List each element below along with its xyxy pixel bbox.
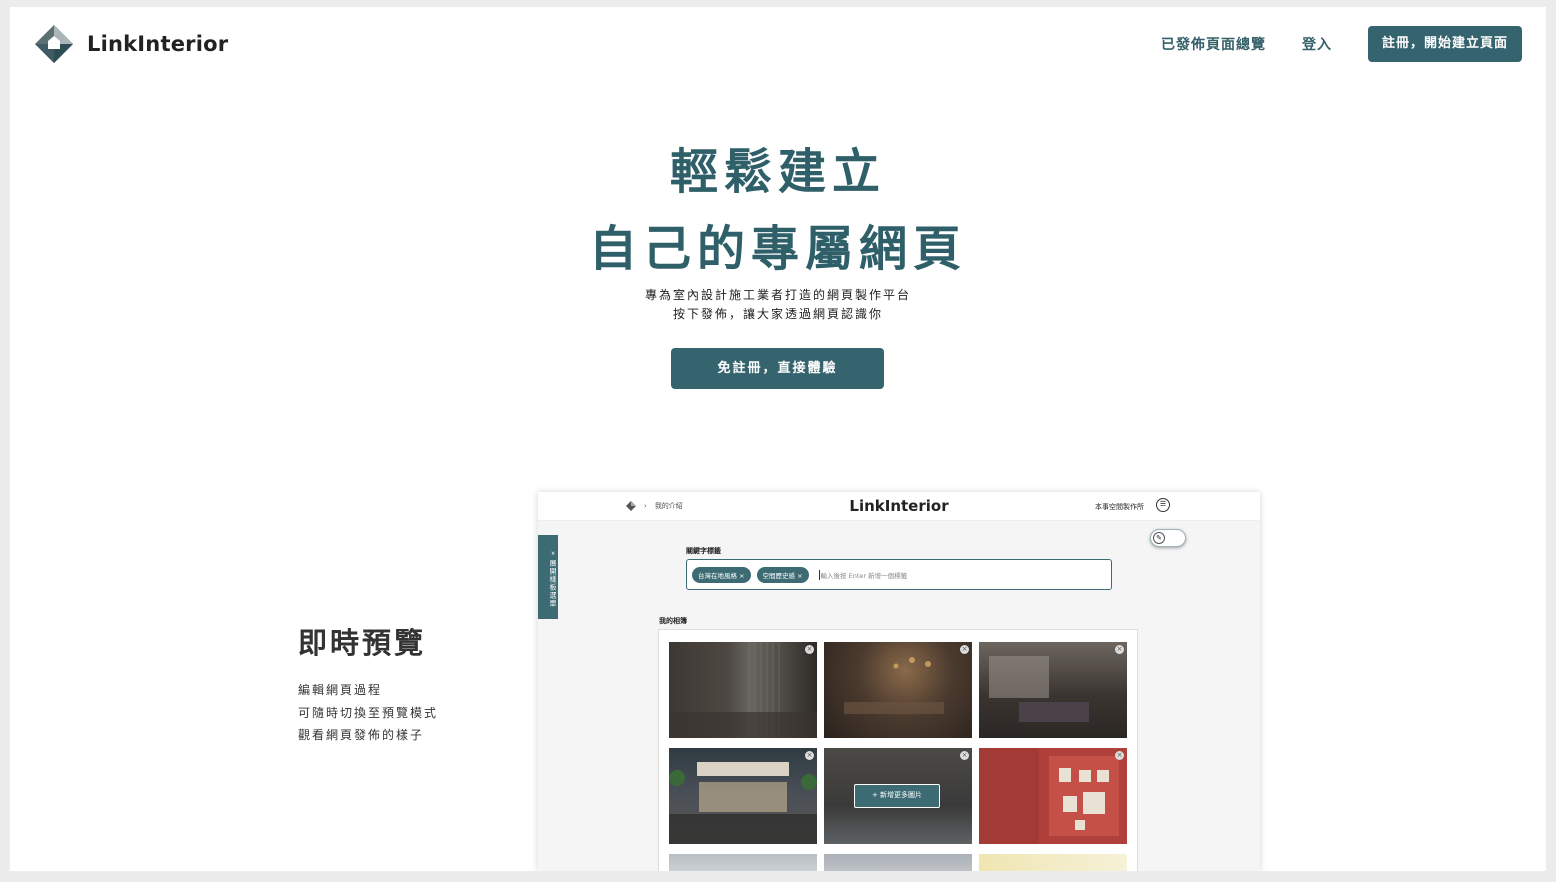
user-avatar-icon[interactable]: ☰ (1156, 498, 1170, 512)
feature-description: 編輯網頁過程 可隨時切換至預覽模式 觀看網頁發佈的樣子 (298, 679, 438, 747)
page: LinkInterior 已發佈頁面總覽 登入 註冊，開始建立頁面 輕鬆建立 自… (10, 7, 1546, 871)
remove-photo-icon[interactable]: × (805, 751, 814, 760)
remove-photo-icon[interactable]: × (1115, 751, 1124, 760)
remove-photo-icon[interactable]: × (1115, 645, 1124, 654)
preview-brand: LinkInterior (849, 497, 949, 515)
try-without-register-button[interactable]: 免註冊，直接體驗 (671, 348, 884, 389)
remove-photo-icon[interactable]: × (805, 645, 814, 654)
logo-text: LinkInterior (87, 32, 229, 56)
nav-published-pages[interactable]: 已發佈頁面總覽 (1161, 34, 1266, 54)
editor-preview-screenshot: › 我的介紹 LinkInterior 本事空間製作所 ☰ » 展開樣板選單 ✎… (538, 492, 1260, 871)
album-label: 我的相簿 (659, 617, 687, 625)
keywords-label: 關鍵字標籤 (686, 547, 721, 555)
album-photo[interactable] (824, 854, 972, 871)
preview-mode-toggle[interactable]: ✎ (1150, 529, 1186, 547)
remove-photo-icon[interactable]: × (960, 751, 969, 760)
keyword-tag[interactable]: 空間歷史感 × (756, 566, 809, 583)
template-menu-label: 展開樣板選單 (549, 559, 557, 608)
album-photo[interactable] (979, 854, 1127, 871)
album-photo[interactable]: + 新增更多圖片 × (824, 748, 972, 844)
hero-title-line1: 輕鬆建立 (669, 144, 886, 200)
keyword-tag[interactable]: 台灣在地風格 × (692, 566, 751, 583)
keywords-input[interactable]: 台灣在地風格 × 空間歷史感 × 輸入後按 Enter 新增一個標籤 (686, 559, 1112, 590)
feature-title: 即時預覽 (298, 626, 427, 660)
keyword-placeholder: 輸入後按 Enter 新增一個標籤 (818, 569, 908, 580)
photo-album: × × × × + 新增更多圖片 × × (658, 629, 1138, 871)
album-photo[interactable]: × (979, 748, 1127, 844)
album-photo[interactable]: × (824, 642, 972, 738)
remove-photo-icon[interactable]: × (960, 645, 969, 654)
preview-studio-name: 本事空間製作所 (1095, 503, 1144, 511)
hero-subtitle-line1: 專為室內設計施工業者打造的網頁製作平台 (644, 288, 911, 302)
album-photo[interactable]: × (669, 748, 817, 844)
expand-chevron-icon: » (549, 550, 557, 557)
album-photo[interactable] (669, 854, 817, 871)
hero-subtitle: 專為室內設計施工業者打造的網頁製作平台 按下發佈，讓大家透過網頁認識你 (10, 286, 1546, 324)
top-nav: 已發佈頁面總覽 登入 註冊，開始建立頁面 (1161, 26, 1522, 62)
template-menu-toggle[interactable]: » 展開樣板選單 (538, 535, 558, 619)
feature-line: 編輯網頁過程 (298, 683, 383, 697)
preview-header: › 我的介紹 LinkInterior 本事空間製作所 ☰ (538, 492, 1260, 521)
feature-line: 觀看網頁發佈的樣子 (298, 728, 425, 742)
pencil-icon: ✎ (1153, 532, 1165, 544)
add-more-photos-button[interactable]: + 新增更多圖片 (854, 784, 940, 808)
register-button[interactable]: 註冊，開始建立頁面 (1367, 26, 1522, 62)
album-photo[interactable]: × (979, 642, 1127, 738)
preview-body: » 展開樣板選單 ✎ 關鍵字標籤 台灣在地風格 × 空間歷史感 × 輸入後按 E… (538, 521, 1260, 871)
feature-line: 可隨時切換至預覽模式 (298, 705, 439, 720)
nav-login[interactable]: 登入 (1302, 34, 1332, 54)
logo[interactable]: LinkInterior (33, 23, 228, 65)
hero-title-line2: 自己的專屬網頁 (588, 221, 967, 277)
hero-subtitle-line2: 按下發佈，讓大家透過網頁認識你 (672, 307, 883, 321)
logo-diamond-icon (33, 23, 75, 65)
album-photo[interactable]: × (669, 642, 817, 738)
